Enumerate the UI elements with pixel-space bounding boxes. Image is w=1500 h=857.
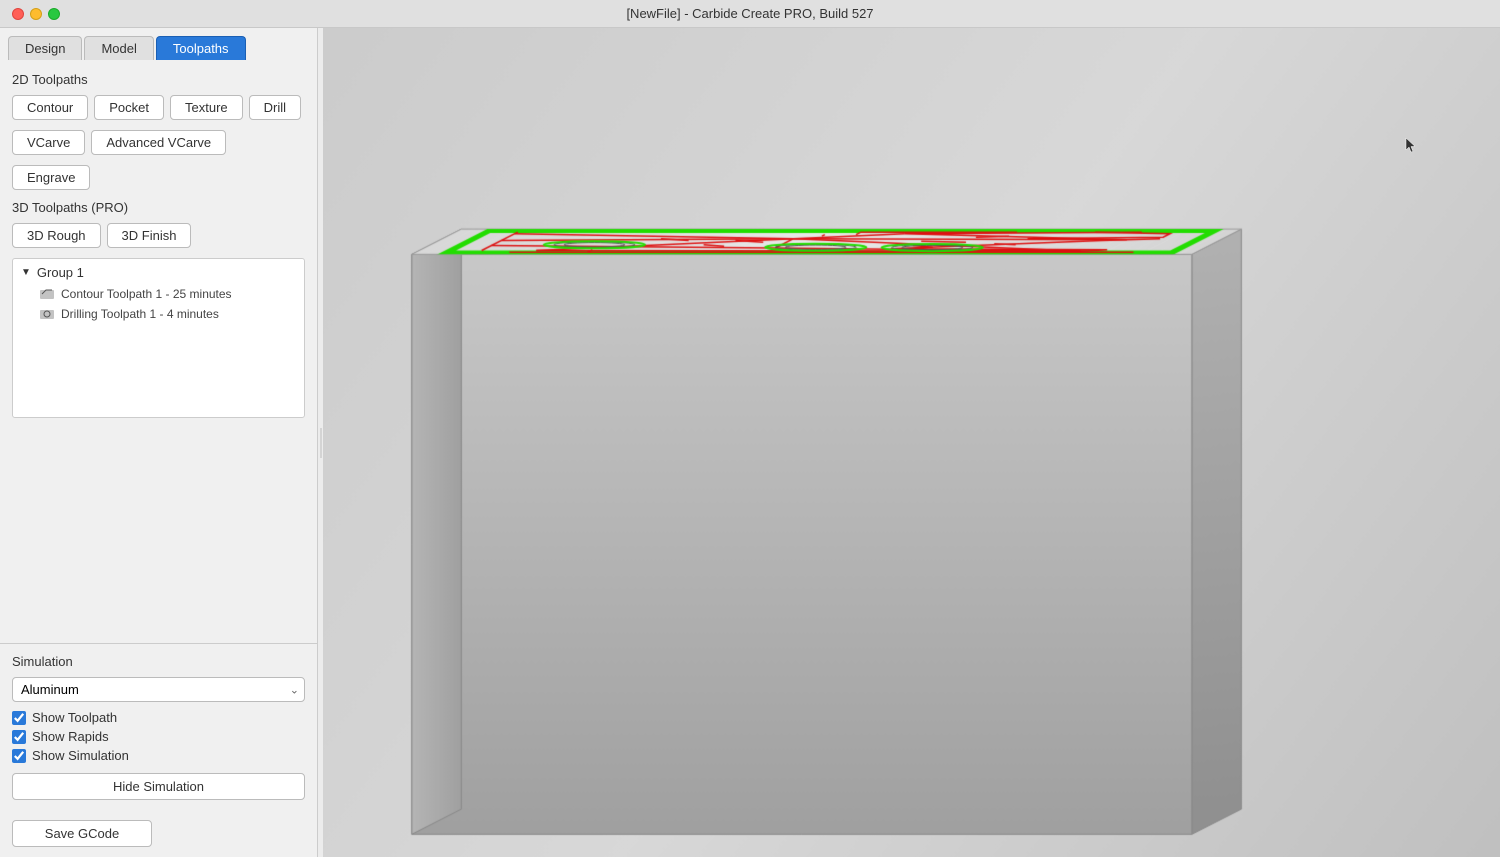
tab-design[interactable]: Design — [8, 36, 82, 60]
simulation-label: Simulation — [12, 654, 305, 669]
show-rapids-checkbox[interactable] — [12, 730, 26, 744]
tab-model[interactable]: Model — [84, 36, 153, 60]
show-toolpath-row: Show Toolpath — [12, 710, 305, 725]
toolpath-icon-0 — [39, 286, 55, 302]
show-simulation-label: Show Simulation — [32, 748, 129, 763]
simulation-section: Simulation Aluminum Wood Steel Brass ⌄ S… — [0, 644, 317, 810]
sidebar-bottom: Simulation Aluminum Wood Steel Brass ⌄ S… — [0, 643, 317, 857]
toolpath-item-1[interactable]: Drilling Toolpath 1 - 4 minutes — [21, 304, 296, 324]
material-dropdown-wrapper: Aluminum Wood Steel Brass ⌄ — [12, 677, 305, 702]
hide-simulation-button[interactable]: Hide Simulation — [12, 773, 305, 800]
3d-rough-button[interactable]: 3D Rough — [12, 223, 101, 248]
viewport[interactable] — [323, 28, 1500, 857]
group-1-label: Group 1 — [37, 265, 84, 280]
2d-toolpaths-label: 2D Toolpaths — [12, 72, 305, 87]
advanced-vcarve-button[interactable]: Advanced VCarve — [91, 130, 226, 155]
engrave-buttons: Engrave — [12, 165, 305, 190]
contour-button[interactable]: Contour — [12, 95, 88, 120]
show-toolpath-checkbox[interactable] — [12, 711, 26, 725]
engrave-button[interactable]: Engrave — [12, 165, 90, 190]
pocket-button[interactable]: Pocket — [94, 95, 164, 120]
main-container: Design Model Toolpaths 2D Toolpaths Cont… — [0, 28, 1500, 857]
title-bar: [NewFile] - Carbide Create PRO, Build 52… — [0, 0, 1500, 28]
toolpath-item-0[interactable]: Contour Toolpath 1 - 25 minutes — [21, 284, 296, 304]
close-button[interactable] — [12, 8, 24, 20]
vcarve-buttons: VCarve Advanced VCarve — [12, 130, 305, 155]
scene-canvas — [323, 28, 1500, 857]
toolpath-label-0: Contour Toolpath 1 - 25 minutes — [61, 287, 232, 301]
save-gcode-button[interactable]: Save GCode — [12, 820, 152, 847]
maximize-button[interactable] — [48, 8, 60, 20]
show-simulation-row: Show Simulation — [12, 748, 305, 763]
sidebar: Design Model Toolpaths 2D Toolpaths Cont… — [0, 28, 318, 857]
2d-toolpaths-buttons: Contour Pocket Texture Drill — [12, 95, 305, 120]
toolpath-icon-1 — [39, 306, 55, 322]
group-arrow-icon: ▼ — [21, 267, 31, 278]
minimize-button[interactable] — [30, 8, 42, 20]
show-rapids-row: Show Rapids — [12, 729, 305, 744]
vcarve-button[interactable]: VCarve — [12, 130, 85, 155]
sidebar-main-content: 2D Toolpaths Contour Pocket Texture Dril… — [0, 60, 317, 643]
3d-toolpaths-buttons: 3D Rough 3D Finish — [12, 223, 305, 248]
tab-bar: Design Model Toolpaths — [0, 28, 317, 60]
material-select[interactable]: Aluminum Wood Steel Brass — [12, 677, 305, 702]
traffic-lights — [12, 8, 60, 20]
toolpath-label-1: Drilling Toolpath 1 - 4 minutes — [61, 307, 219, 321]
show-rapids-label: Show Rapids — [32, 729, 109, 744]
window-title: [NewFile] - Carbide Create PRO, Build 52… — [626, 6, 873, 21]
show-simulation-checkbox[interactable] — [12, 749, 26, 763]
drill-button[interactable]: Drill — [249, 95, 301, 120]
show-toolpath-label: Show Toolpath — [32, 710, 117, 725]
tab-toolpaths[interactable]: Toolpaths — [156, 36, 246, 60]
toolpath-list: ▼ Group 1 Contour Toolpath 1 - 25 minute… — [12, 258, 305, 418]
group-1-header[interactable]: ▼ Group 1 — [21, 265, 296, 280]
3d-finish-button[interactable]: 3D Finish — [107, 223, 192, 248]
3d-toolpaths-label: 3D Toolpaths (PRO) — [12, 200, 305, 215]
texture-button[interactable]: Texture — [170, 95, 243, 120]
